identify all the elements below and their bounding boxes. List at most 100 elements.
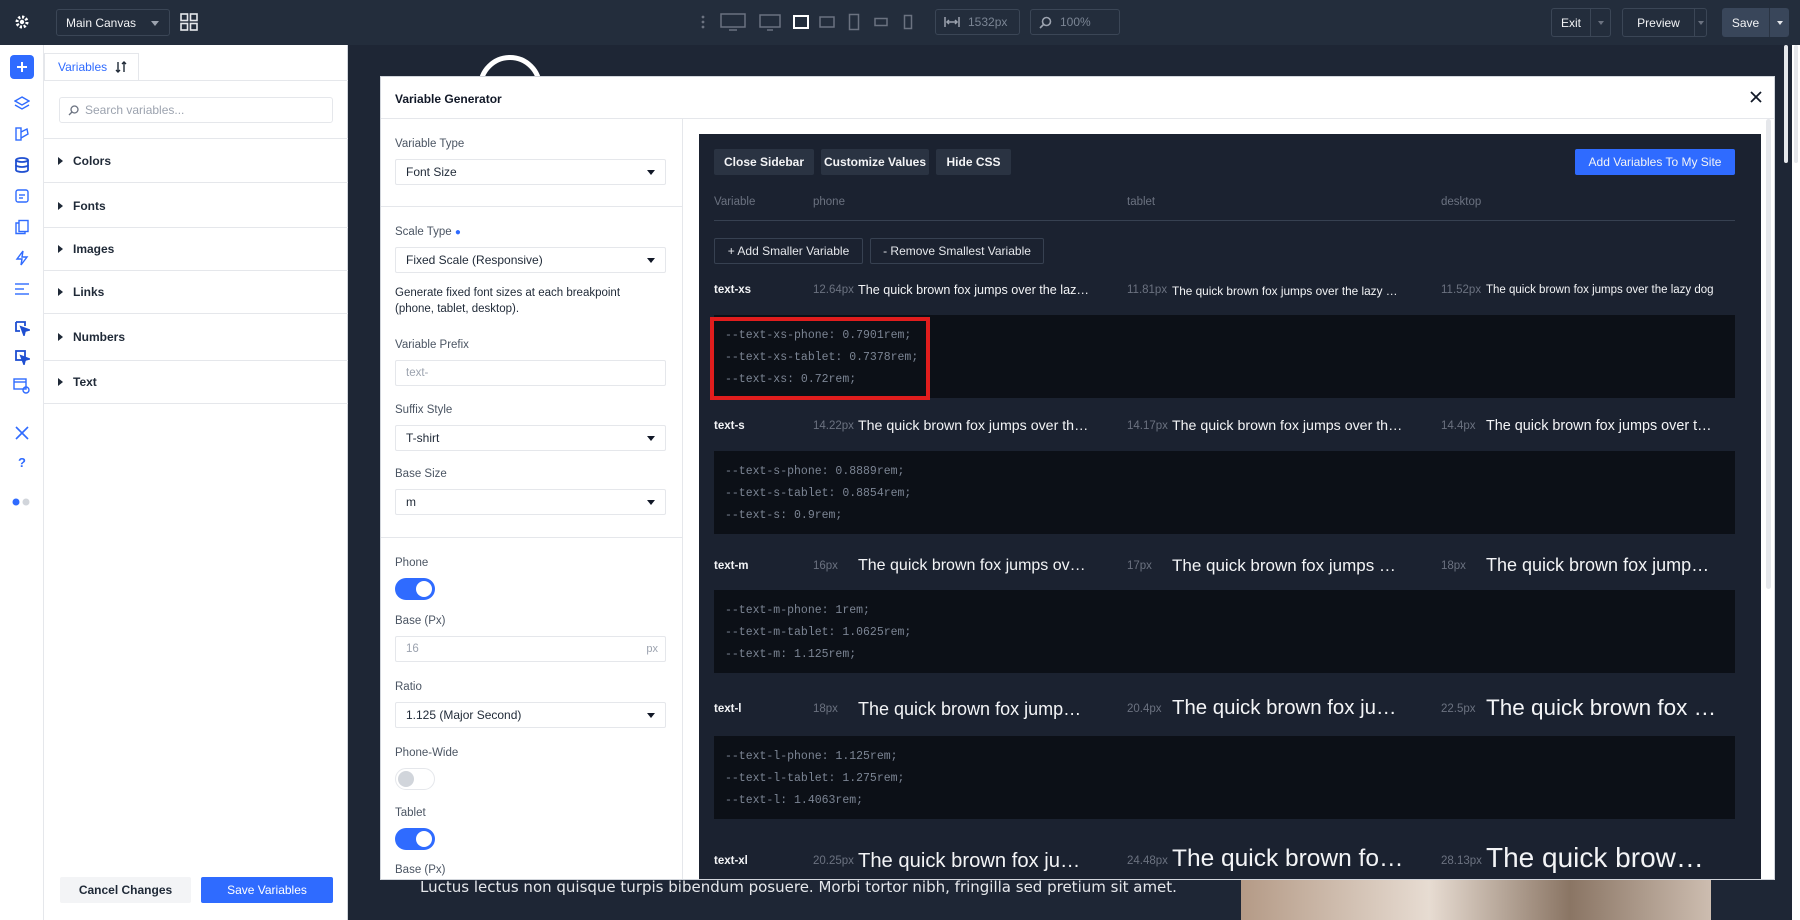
desktop-preview: The quick brown fox jumps over the lazy … [1486,418,1718,434]
settings-gear-icon[interactable] [8,8,36,36]
save-button[interactable]: Save [1722,8,1769,37]
close-sidebar-button[interactable]: Close Sidebar [714,149,814,175]
group-label: Links [73,285,105,299]
template-settings-icon[interactable] [10,374,34,398]
pages-icon[interactable] [10,215,34,239]
canvas-width-input[interactable]: 1532px [935,9,1020,35]
save-variables-button[interactable]: Save Variables [201,877,333,903]
remove-smallest-variable-button[interactable]: - Remove Smallest Variable [870,238,1044,264]
search-variables-input[interactable]: Search variables... [59,97,333,123]
preview-button[interactable]: Preview [1622,8,1694,37]
css-block-text-s: --text-s-phone: 0.8889rem; --text-s-tabl… [714,451,1735,534]
customize-values-button[interactable]: Customize Values [821,149,929,175]
caret-down-icon [647,170,655,175]
group-links[interactable]: Links [44,271,348,314]
canvas-selector[interactable]: Main Canvas [56,9,170,36]
desktop-icon[interactable] [756,8,784,36]
preview-dropdown-button[interactable] [1694,8,1707,37]
phone-px: 16px [813,560,838,572]
ratio-select[interactable]: 1.125 (Major Second) [395,702,666,728]
caret-right-icon [58,378,63,386]
modal-scrollbar[interactable] [1766,119,1771,589]
exit-button[interactable]: Exit [1551,8,1590,37]
col-phone: phone [813,196,845,208]
pointer-plugin-icon[interactable] [10,316,34,340]
toggle-mode-icon[interactable] [10,490,34,514]
highlight-box [710,317,930,400]
phone-preview: The quick brown fox jumps over the lazy … [858,850,1090,872]
panel-tab-variables[interactable]: Variables [44,53,139,80]
styles-brush-icon[interactable] [10,122,34,146]
select-value: Fixed Scale (Responsive) [406,253,543,267]
database-variables-icon[interactable] [10,153,34,177]
help-question-icon[interactable]: ? [10,450,34,474]
info-dot-icon[interactable]: ● [455,227,461,238]
tools-icon[interactable] [10,421,34,445]
select-value: Font Size [406,165,457,179]
page-scrollbar-thumb[interactable] [1794,45,1798,163]
layers-icon[interactable] [10,91,34,115]
variable-type-select[interactable]: Font Size [395,159,666,185]
css-line: --text-s-phone: 0.8889rem; [725,465,905,478]
canvas-image [1241,879,1711,920]
laptop-icon[interactable] [787,8,815,36]
phone-landscape-icon[interactable] [867,8,895,36]
variable-name: text-xs [714,284,752,296]
px-unit: px [646,643,658,655]
tablet-base-px-label: Base (Px) [395,864,446,876]
suffix-style-select[interactable]: T-shirt [395,425,666,451]
scale-type-select[interactable]: Fixed Scale (Responsive) [395,247,666,273]
group-text[interactable]: Text [44,361,348,404]
css-block-text-m: --text-m-phone: 1rem; --text-m-tablet: 1… [714,590,1735,673]
structure-lines-icon[interactable] [10,277,34,301]
phone-portrait-icon[interactable] [894,8,922,36]
desktop-px: 18px [1441,560,1466,572]
add-variables-button[interactable]: Add Variables To My Site [1575,149,1735,175]
grid-layout-icon[interactable] [175,8,203,36]
desktop-preview: The quick brown fox jumps over the lazy … [1486,555,1718,575]
tablet-portrait-icon[interactable] [840,8,868,36]
phone-label: Phone [395,557,429,569]
more-vertical-icon[interactable] [688,8,718,36]
caret-right-icon [58,333,63,341]
phone-preview: The quick brown fox jumps over the lazy … [858,557,1090,574]
scale-type-text: Scale Type [395,226,452,238]
pointer-plugin-2-icon[interactable] [10,345,34,369]
cancel-changes-button[interactable]: Cancel Changes [60,877,191,903]
css-line: --text-m-phone: 1rem; [725,604,870,617]
phone-wide-toggle[interactable] [395,768,435,790]
page-scrollbar[interactable] [1792,45,1800,920]
tablet-landscape-icon[interactable] [813,8,841,36]
zoom-input[interactable]: 100% [1030,9,1120,35]
css-line: --text-m-tablet: 1.0625rem; [725,626,912,639]
group-numbers[interactable]: Numbers [44,314,348,361]
sort-arrows-icon[interactable] [115,61,127,73]
add-smaller-variable-button[interactable]: + Add Smaller Variable [714,238,863,264]
button-label: + Add Smaller Variable [727,244,850,258]
base-size-select[interactable]: m [395,489,666,515]
components-icon[interactable] [10,184,34,208]
group-images[interactable]: Images [44,228,348,271]
canvas-scrollbar[interactable] [1784,45,1788,163]
group-label: Text [73,375,97,389]
add-element-icon[interactable] [10,55,34,79]
exit-dropdown-button[interactable] [1590,8,1611,37]
save-dropdown-button[interactable] [1769,8,1789,37]
ratio-label: Ratio [395,681,422,693]
base-px-input[interactable]: 16 px [395,636,666,662]
tablet-toggle[interactable] [395,828,435,850]
tablet-px: 20.4px [1127,703,1162,715]
desktop-large-icon[interactable] [719,8,747,36]
hide-css-button[interactable]: Hide CSS [936,149,1011,175]
close-icon[interactable] [1748,89,1764,105]
chevron-down-icon [151,21,159,26]
group-fonts[interactable]: Fonts [44,185,348,228]
group-colors[interactable]: Colors [44,140,348,183]
preview-label: Preview [1637,15,1680,30]
variable-prefix-input[interactable]: text- [395,360,666,386]
left-icon-rail: ? [0,45,44,920]
interactions-bolt-icon[interactable] [10,246,34,270]
tablet-px: 14.17px [1127,420,1168,432]
css-line: --text-s: 0.9rem; [725,509,843,522]
phone-toggle[interactable] [395,578,435,600]
